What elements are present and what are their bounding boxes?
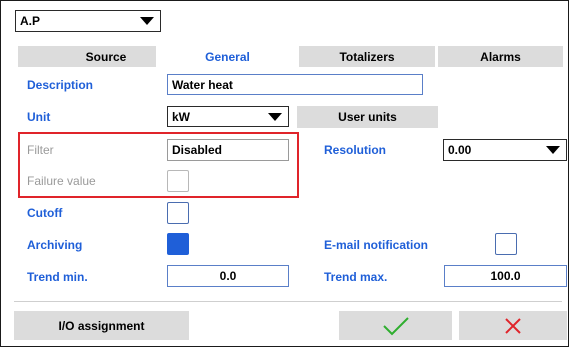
footer-divider [14,301,562,302]
cutoff-label: Cutoff [27,206,63,220]
device-select-value: A.P [20,14,41,28]
description-input[interactable]: Water heat [167,74,423,95]
tab-totalizers-label: Totalizers [339,49,395,64]
chevron-down-icon [268,112,282,121]
trend-min-label: Trend min. [27,270,88,284]
filter-value: Disabled [172,143,223,157]
trend-max-input[interactable]: 100.0 [444,265,567,287]
trend-min-value: 0.0 [219,269,237,283]
trend-min-input[interactable]: 0.0 [167,265,289,287]
tab-totalizers[interactable]: Totalizers [299,46,435,67]
trend-max-label: Trend max. [324,270,388,284]
tab-general[interactable]: General [156,46,299,67]
email-notification-label: E-mail notification [324,238,429,252]
user-units-button[interactable]: User units [297,106,438,128]
user-units-label: User units [338,110,397,124]
description-label: Description [27,78,94,92]
trend-max-value: 100.0 [490,269,521,283]
io-assignment-label: I/O assignment [58,318,145,333]
failure-value-label: Failure value [27,174,96,188]
chevron-down-icon [140,17,154,25]
filter-input[interactable]: Disabled [167,139,289,161]
tab-general-label: General [205,49,250,64]
io-assignment-button[interactable]: I/O assignment [14,311,189,340]
tab-alarms-label: Alarms [480,49,521,64]
description-value: Water heat [172,77,233,92]
checkmark-icon [382,316,409,335]
failure-value-checkbox[interactable] [167,170,189,192]
unit-label: Unit [27,110,51,124]
close-icon [505,317,521,334]
unit-select[interactable]: kW [167,106,289,127]
resolution-select[interactable]: 0.00 [443,139,567,161]
unit-value: kW [172,109,190,124]
archiving-checkbox[interactable] [167,233,189,255]
tab-alarms[interactable]: Alarms [438,46,563,67]
filter-label: Filter [27,143,54,157]
resolution-value: 0.00 [448,143,472,157]
tab-source-label: Source [85,49,127,64]
cancel-button[interactable] [459,311,567,340]
confirm-button[interactable] [339,311,452,340]
email-notification-checkbox[interactable] [495,233,517,255]
device-select[interactable]: A.P [15,10,161,32]
archiving-label: Archiving [27,238,83,252]
chevron-down-icon [546,146,560,154]
cutoff-checkbox[interactable] [167,202,189,224]
resolution-label: Resolution [324,143,386,157]
dialog-window: A.P Source General Totalizers Alarms Des… [0,0,569,347]
